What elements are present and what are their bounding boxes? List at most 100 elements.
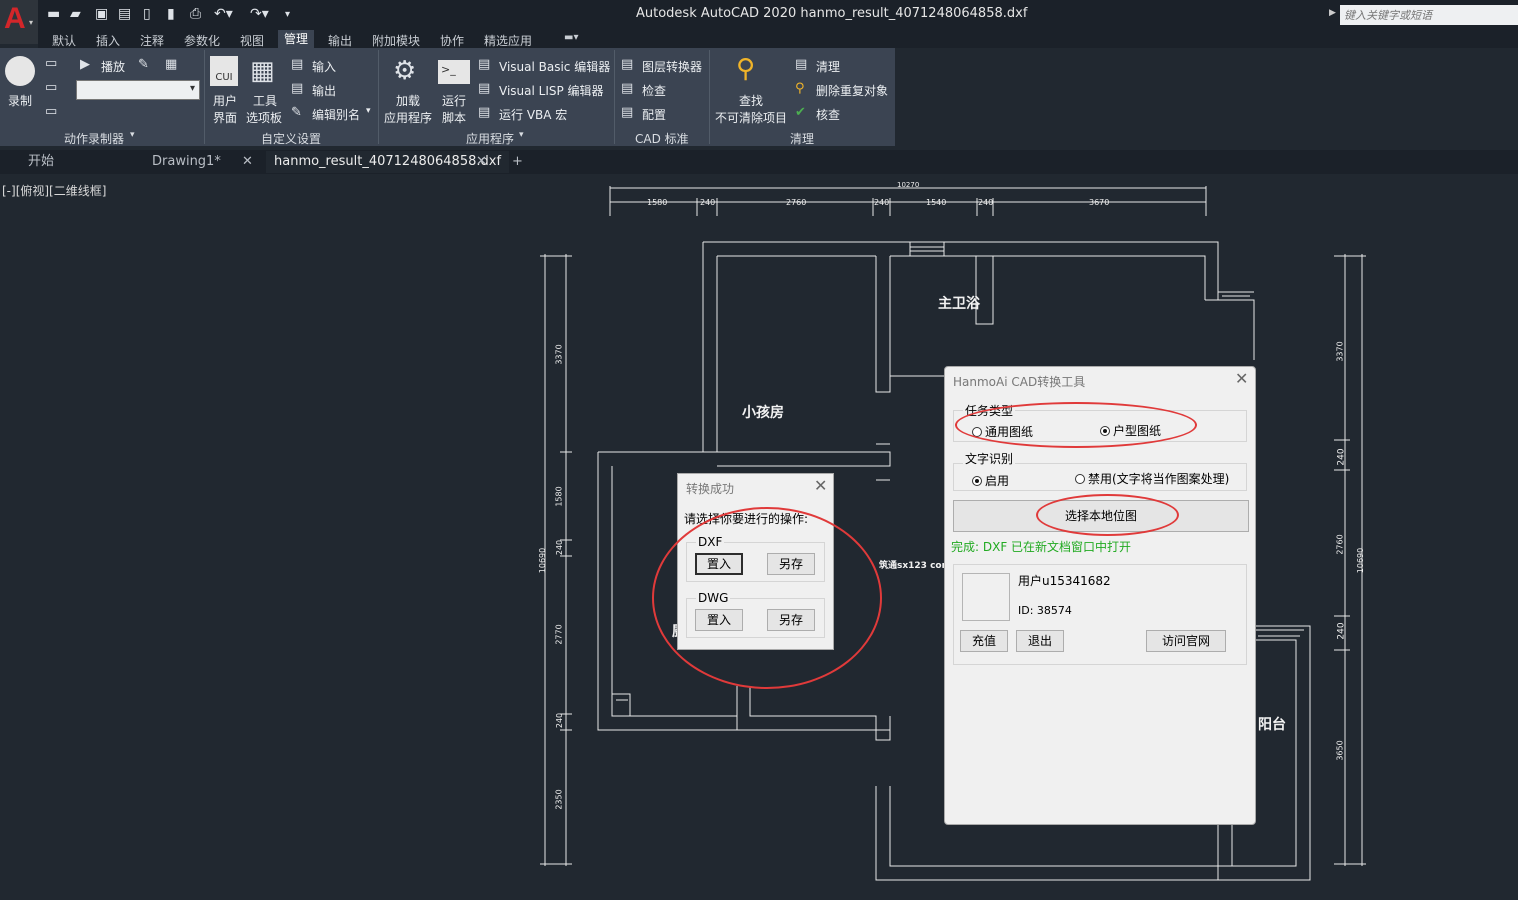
save-icon[interactable]: ▣ [95, 6, 108, 22]
export-icon[interactable]: ▤ [291, 81, 303, 96]
print-icon[interactable]: ⎙ [190, 6, 201, 22]
redo-icon[interactable]: ↷▾ [250, 6, 269, 22]
load-label[interactable]: 加载 [396, 92, 420, 109]
layer-translator-icon[interactable]: ▤ [621, 57, 633, 72]
check-icon[interactable]: ▤ [621, 81, 633, 96]
tab-addins[interactable]: 附加模块 [372, 32, 420, 49]
macro-dropdown[interactable]: ▾ [76, 80, 200, 100]
user-interface-label[interactable]: 用户 [213, 92, 237, 109]
chevron-down-icon[interactable]: ▾ [519, 130, 524, 140]
close-icon[interactable]: ✕ [242, 151, 253, 173]
run-vba-label[interactable]: 运行 VBA 宏 [499, 106, 567, 123]
app-menu-button[interactable]: A ▾ [0, 0, 38, 44]
open-icon[interactable]: ▰ [70, 6, 81, 22]
logout-button[interactable]: 退出 [1016, 630, 1064, 652]
tools-label[interactable]: 工具 [253, 92, 277, 109]
load-application-icon[interactable]: ⚙ [393, 56, 416, 86]
load-application-label[interactable]: 应用程序 [384, 109, 432, 126]
ocr-enable-radio[interactable]: 启用 [972, 472, 1009, 489]
cui-icon[interactable]: CUI [210, 56, 238, 86]
visual-basic-editor-label[interactable]: Visual Basic 编辑器 [499, 58, 610, 75]
tab-manage[interactable]: 管理 [278, 30, 315, 48]
tab-default[interactable]: 默认 [52, 32, 76, 49]
autocad-logo-icon: A [4, 2, 26, 35]
import-label[interactable]: 输入 [312, 58, 336, 75]
panel-divider [614, 50, 615, 144]
recharge-button[interactable]: 充值 [960, 630, 1008, 652]
dim-top: 1540 [926, 198, 947, 207]
run-label[interactable]: 运行 [442, 92, 466, 109]
play-label[interactable]: 播放 [101, 58, 125, 75]
play-icon[interactable]: ▶ [80, 57, 90, 72]
tab-hanmo-result[interactable]: hanmo_result_4071248064858.dxf [266, 151, 510, 173]
document-tabs [0, 150, 1518, 174]
panel-label-customize: 自定义设置 [261, 132, 322, 146]
overkill-label[interactable]: 删除重复对象 [816, 82, 888, 99]
dim-left: 240 [555, 539, 565, 556]
saveas-icon[interactable]: ▤ [118, 6, 131, 22]
tab-featured-apps[interactable]: 精选应用 [484, 32, 532, 49]
audit-label[interactable]: 核查 [816, 106, 840, 123]
undo-icon[interactable]: ↶▾ [214, 6, 233, 22]
tab-parametric[interactable]: 参数化 [184, 32, 220, 49]
tab-drawing1[interactable]: Drawing1* [152, 151, 221, 173]
find-non-purgeable-label[interactable]: 不可清除项目 [715, 109, 787, 126]
tab-collaborate[interactable]: 协作 [440, 32, 464, 49]
dim-right: 2760 [1335, 534, 1345, 555]
import-icon[interactable]: ▤ [291, 57, 303, 72]
chevron-down-icon[interactable]: ▾ [130, 130, 135, 140]
visit-website-button[interactable]: 访问官网 [1146, 630, 1226, 652]
configure-label[interactable]: 配置 [642, 106, 666, 123]
ocr-disable-radio[interactable]: 禁用(文字将当作图案处理) [1075, 470, 1229, 487]
visual-lisp-icon[interactable]: ▤ [478, 81, 490, 96]
tab-view[interactable]: 视图 [240, 32, 264, 49]
radio-icon [1075, 474, 1085, 484]
new-icon[interactable]: ▬ [47, 6, 60, 22]
check-label[interactable]: 检查 [642, 82, 666, 99]
layer-translator-label[interactable]: 图层转换器 [642, 58, 702, 75]
export-label[interactable]: 输出 [312, 82, 336, 99]
dim-top: 240 [700, 198, 716, 207]
edit-macro-icon[interactable]: ✎ [138, 57, 149, 72]
run-script-icon[interactable]: >_ [438, 60, 470, 84]
find-label[interactable]: 查找 [739, 92, 763, 109]
dim-left: 2770 [554, 624, 564, 645]
tool-palette-icon[interactable]: ▦ [250, 56, 275, 86]
tab-annotate[interactable]: 注释 [140, 32, 164, 49]
tab-insert[interactable]: 插入 [96, 32, 120, 49]
plot-preview-icon[interactable]: ▯ [143, 6, 151, 22]
user-input-icon[interactable]: ▭ [45, 104, 57, 119]
audit-icon[interactable]: ✔ [795, 105, 806, 120]
insert-message-icon[interactable]: ▭ [45, 80, 57, 95]
edit-alias-icon[interactable]: ✎ [291, 105, 302, 120]
close-icon[interactable]: ✕ [1235, 369, 1248, 388]
chevron-down-icon[interactable]: ▾ [366, 106, 371, 116]
expand-icon[interactable]: ▶ [1329, 8, 1336, 18]
customize-icon[interactable]: ▾ [285, 9, 290, 20]
add-tab-icon[interactable]: + [512, 151, 523, 173]
tab-output[interactable]: 输出 [328, 32, 352, 49]
record-icon[interactable] [5, 56, 35, 86]
manage-macro-icon[interactable]: ▦ [165, 57, 177, 72]
comment-icon[interactable]: ▭ [45, 56, 57, 71]
configure-icon[interactable]: ▤ [621, 105, 633, 120]
ribbon-toggle-icon[interactable]: ▬▾ [564, 32, 578, 43]
close-icon[interactable]: ✕ [814, 476, 827, 495]
tab-start[interactable]: 开始 [28, 151, 54, 173]
overkill-icon[interactable]: ⚲ [795, 81, 805, 96]
close-icon[interactable]: ✕ [476, 151, 487, 173]
visual-basic-icon[interactable]: ▤ [478, 57, 490, 72]
publish-icon[interactable]: ▮ [167, 6, 175, 22]
search-input[interactable]: 键入关键字或短语 [1340, 5, 1518, 25]
user-interface-label-2[interactable]: 界面 [213, 109, 237, 126]
run-vba-icon[interactable]: ▤ [478, 105, 490, 120]
visual-lisp-editor-label[interactable]: Visual LISP 编辑器 [499, 82, 604, 99]
run-script-label[interactable]: 脚本 [442, 109, 466, 126]
broom-search-icon[interactable]: ⚲ [736, 54, 755, 84]
panel-label-cad-standards: CAD 标准 [635, 132, 689, 146]
purge-label[interactable]: 清理 [816, 58, 840, 75]
edit-alias-label[interactable]: 编辑别名 [312, 106, 360, 123]
tool-palette-label[interactable]: 选项板 [246, 109, 282, 126]
purge-icon[interactable]: ▤ [795, 57, 807, 72]
dim-top: 240 [978, 198, 994, 207]
